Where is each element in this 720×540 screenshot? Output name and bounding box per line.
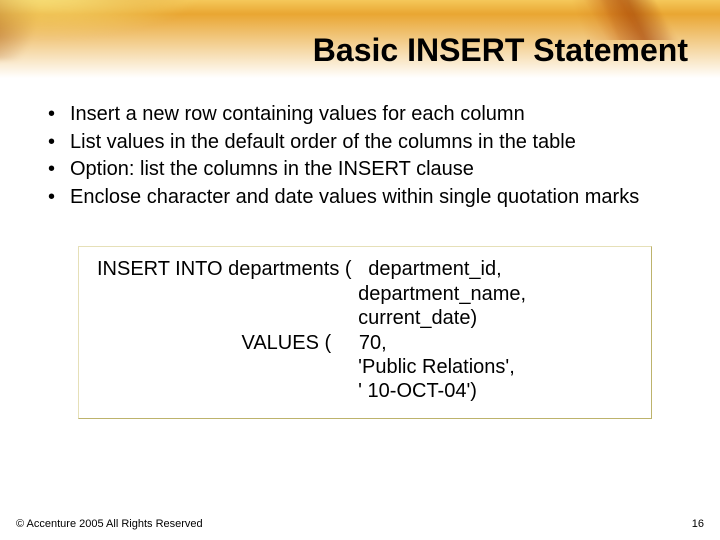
slide-content: Insert a new row containing values for e… [0, 78, 720, 419]
page-number: 16 [692, 518, 704, 530]
bullet-list: Insert a new row containing values for e… [40, 102, 680, 210]
sql-code-text: INSERT INTO departments ( department_id,… [97, 257, 633, 403]
copyright-footer: © Accenture 2005 All Rights Reserved [16, 518, 203, 530]
list-item: Option: list the columns in the INSERT c… [44, 157, 680, 183]
sql-code-block: INSERT INTO departments ( department_id,… [78, 246, 652, 418]
list-item: Enclose character and date values within… [44, 185, 680, 211]
slide-title: Basic INSERT Statement [200, 32, 688, 69]
list-item: Insert a new row containing values for e… [44, 102, 680, 128]
list-item: List values in the default order of the … [44, 130, 680, 156]
